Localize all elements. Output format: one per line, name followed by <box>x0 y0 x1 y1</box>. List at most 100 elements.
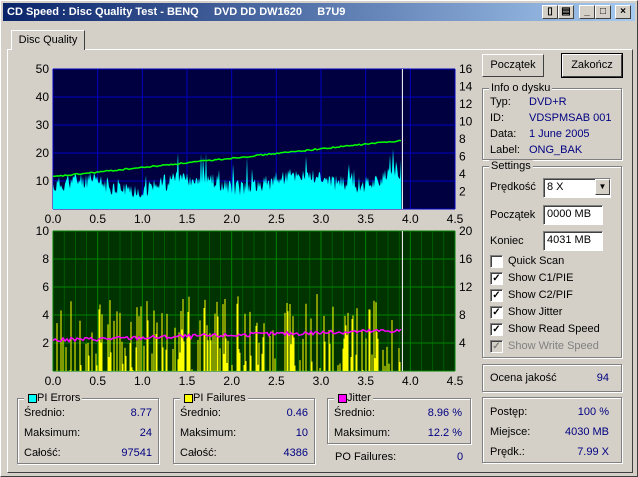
end-input[interactable]: 4031 MB <box>543 231 603 251</box>
close-button[interactable]: × <box>615 5 631 19</box>
disc-info-title: Info o dysku <box>489 82 553 94</box>
date-label: Data: <box>490 128 517 140</box>
jitter-swatch <box>338 394 347 403</box>
x-tick: 4.0 <box>402 374 419 388</box>
pif-avg-value: 0.46 <box>286 407 308 419</box>
checkbox-label-show-read-speed: Show Read Speed <box>508 323 600 335</box>
current-speed-label: Prędk.: <box>490 446 525 458</box>
y-left-tick: 4 <box>42 308 49 322</box>
x-tick: 0.0 <box>45 212 62 226</box>
x-tick: 3.5 <box>357 374 374 388</box>
x-tick: 3.0 <box>313 212 330 226</box>
checkbox-show-jitter[interactable]: ✓ <box>490 306 503 319</box>
x-tick: 0.5 <box>89 212 106 226</box>
y-left-tick: 10 <box>36 174 50 188</box>
y-left-tick: 6 <box>42 280 49 294</box>
po-failures-value: 0 <box>457 451 464 463</box>
quality-label: Ocena jakość <box>490 372 557 384</box>
pie-total-value: 97541 <box>121 447 152 459</box>
x-tick: 4.5 <box>447 212 464 226</box>
x-tick: 0.0 <box>45 374 62 388</box>
minimize-button[interactable]: _ <box>579 5 595 19</box>
date-value: 1 June 2005 <box>529 128 590 140</box>
y-right-tick: 20 <box>459 225 473 238</box>
pif-total-value: 4386 <box>283 447 308 459</box>
x-tick: 3.0 <box>313 374 330 388</box>
pi-failures-chart: 10 8 6 4 2 20 16 12 8 4 0.0 0.5 1.0 1.5 2.0 2.5 3.0 3.5 4.… <box>11 225 479 393</box>
tile-icon[interactable]: ▯ <box>542 5 558 19</box>
checkbox-label-show-write-speed: Show Write Speed <box>508 340 599 352</box>
checkbox-show-c2-pif[interactable]: ✓ <box>490 289 503 302</box>
pif-avg-label: Średnio: <box>180 407 221 419</box>
jitter-avg-value: 8.96 % <box>427 407 462 419</box>
y-left-tick: 10 <box>36 225 50 238</box>
checkbox-label-quick-scan: Quick Scan <box>508 255 565 267</box>
id-value: VDSPMSAB 001 <box>529 112 612 124</box>
pie-avg-value: 8.77 <box>130 407 152 419</box>
pi-errors-plot: 50 40 30 20 10 16 14 12 10 8 6 4 2 0.0 0.5 1.0 1.5 2.0 2.5… <box>36 63 473 226</box>
pi-errors-chart: 50 40 30 20 10 16 14 12 10 8 6 4 2 0.0 0.5 1.0 1.5 2.0 2.5… <box>11 63 479 231</box>
x-tick: 4.5 <box>447 374 464 388</box>
start-input[interactable]: 0000 MB <box>543 205 603 225</box>
y-right-tick: 16 <box>459 252 473 266</box>
chevron-down-icon[interactable]: ▼ <box>595 179 610 195</box>
start-label: Początek <box>490 209 536 221</box>
current-speed-value: 7.99 X <box>577 446 609 458</box>
jitter-avg-label: Średnio: <box>334 407 375 419</box>
end-label: Koniec <box>490 235 524 247</box>
y-left-tick: 2 <box>42 336 49 350</box>
pi-errors-swatch <box>28 394 37 403</box>
checkbox-show-write-speed: ✓ <box>490 340 503 353</box>
x-tick: 1.0 <box>134 212 151 226</box>
y-left-tick: 50 <box>36 63 50 76</box>
y-right-tick: 12 <box>459 97 473 111</box>
start-button[interactable]: Początek <box>482 54 544 77</box>
copy-icon[interactable]: ▤ <box>558 5 574 19</box>
y-left-tick: 20 <box>36 146 50 160</box>
pif-max-value: 10 <box>295 427 308 439</box>
pif-total-label: Całość: <box>180 447 217 459</box>
y-right-tick: 6 <box>459 150 466 164</box>
settings-group: Settings Prędkość 8 X ▼ Początek 0000 MB… <box>482 160 622 358</box>
end-button[interactable]: Zakończ <box>561 53 623 78</box>
y-left-tick: 8 <box>42 252 49 266</box>
checkbox-show-c1-pie[interactable]: ✓ <box>490 272 503 285</box>
pi-failures-swatch <box>184 394 193 403</box>
y-right-tick: 16 <box>459 63 473 76</box>
tab-disc-quality[interactable]: Disc Quality <box>11 30 85 50</box>
y-right-tick: 12 <box>459 280 473 294</box>
pie-max-label: Maksimum: <box>24 427 81 439</box>
checkbox-quick-scan[interactable] <box>490 255 503 268</box>
x-tick: 1.5 <box>179 212 196 226</box>
id-label: ID: <box>490 112 505 124</box>
speed-select[interactable]: 8 X ▼ <box>543 178 611 198</box>
x-tick: 2.5 <box>268 374 285 388</box>
x-tick: 0.5 <box>89 374 106 388</box>
speed-label: Prędkość <box>490 181 536 193</box>
disc-info-group: Info o dysku Typ: DVD+R ID: VDSPMSAB 001… <box>482 82 622 160</box>
progress-group: Postęp: 100 % Miejsce: 4030 MB Prędk.: 7… <box>482 397 622 463</box>
x-tick: 1.5 <box>179 374 196 388</box>
x-tick: 2.5 <box>268 212 285 226</box>
y-right-tick: 2 <box>459 185 466 199</box>
pie-total-label: Całość: <box>24 447 61 459</box>
quality-group: Ocena jakość 94 <box>482 364 622 392</box>
window-title: CD Speed : Disc Quality Test - BENQ DVD … <box>3 3 635 21</box>
speed-select-value: 8 X <box>547 181 564 193</box>
pi-errors-group: PI Errors Średnio: 8.77 Maksimum: 24 Cał… <box>17 392 159 464</box>
maximize-button[interactable]: □ <box>595 5 611 19</box>
checkbox-label-show-c2-pif: Show C2/PIF <box>508 289 573 301</box>
y-right-tick: 8 <box>459 132 466 146</box>
pi-failures-group: PI Failures Średnio: 0.46 Maksimum: 10 C… <box>173 392 315 464</box>
y-right-tick: 8 <box>459 308 466 322</box>
pie-max-value: 24 <box>139 427 152 439</box>
x-tick: 3.5 <box>357 212 374 226</box>
y-left-tick: 40 <box>36 90 50 104</box>
checkbox-label-show-c1-pie: Show C1/PIE <box>508 272 574 284</box>
jitter-max-label: Maksimum: <box>334 427 391 439</box>
checkbox-show-read-speed[interactable]: ✓ <box>490 323 503 336</box>
y-right-tick: 10 <box>459 115 473 129</box>
po-failures-label: PO Failures: <box>335 451 397 463</box>
jitter-group: Jitter Średnio: 8.96 % Maksimum: 12.2 % <box>327 392 471 444</box>
y-right-tick: 4 <box>459 336 466 350</box>
